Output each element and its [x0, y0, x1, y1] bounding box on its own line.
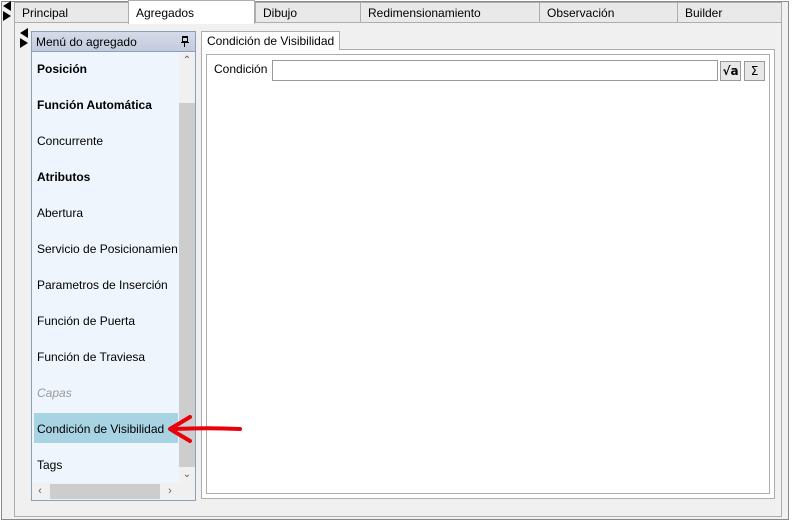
tab-condicion-visibilidad[interactable]: Condición de Visibilidad — [201, 31, 341, 50]
pin-icon[interactable] — [181, 36, 189, 48]
menu-item-label: Abertura — [37, 206, 84, 220]
tab-builder[interactable]: Builder — [677, 2, 782, 22]
menu-item-capas: Capas — [34, 377, 178, 407]
menu-collapse-arrows[interactable] — [20, 28, 30, 48]
visibility-condition-panel: Condición √a Σ — [201, 49, 775, 499]
tab-label: Principal — [22, 6, 69, 20]
main-tab-strip: Principal Agregados Dibujo Redimensionam… — [14, 0, 782, 24]
tab-label: Dibujo — [263, 6, 298, 20]
menu-item-label: Posición — [37, 62, 88, 76]
tab-dibujo[interactable]: Dibujo — [255, 2, 361, 22]
menu-item-label: Función de Traviesa — [37, 350, 146, 364]
condition-label: Condición — [214, 62, 268, 76]
menu-horizontal-scrollbar[interactable]: ‹ › — [32, 483, 195, 500]
menu-item-label: Parametros de Inserción — [37, 278, 168, 292]
sqrt-icon: √a — [722, 64, 739, 78]
menu-list: Posición Función Automática Concurrente … — [32, 53, 178, 483]
scroll-right-icon[interactable]: › — [162, 483, 178, 500]
menu-item-label: Condición de Visibilidad — [37, 422, 165, 436]
menu-item-funcion-traviesa[interactable]: Función de Traviesa — [34, 341, 178, 371]
sum-button[interactable]: Σ — [744, 61, 765, 81]
menu-item-label: Capas — [37, 386, 72, 400]
menu-item-tags[interactable]: Tags — [34, 449, 178, 479]
scroll-up-icon[interactable]: ⌃ — [179, 53, 195, 69]
menu-item-funcion-puerta[interactable]: Función de Puerta — [34, 305, 178, 335]
tab-redimensionamiento[interactable]: Redimensionamiento — [360, 2, 540, 22]
condition-input[interactable] — [272, 60, 718, 81]
arrow-left-icon[interactable] — [3, 1, 11, 11]
red-arrow-annotation-icon — [168, 415, 242, 443]
formula-editor-button[interactable]: √a — [720, 61, 741, 81]
menu-item-parametros-insercion[interactable]: Parametros de Inserción — [34, 269, 178, 299]
condition-group: Condición √a Σ — [206, 54, 770, 494]
sigma-icon: Σ — [750, 64, 759, 78]
tab-principal[interactable]: Principal — [14, 2, 130, 22]
tab-label: Redimensionamiento — [368, 6, 481, 20]
scrollbar-thumb[interactable] — [50, 484, 160, 499]
menu-item-condicion-visibilidad[interactable]: Condición de Visibilidad — [34, 413, 178, 443]
tab-label: Condición de Visibilidad — [207, 34, 335, 48]
tab-observacion[interactable]: Observación — [539, 2, 678, 22]
menu-item-label: Tags — [37, 458, 63, 472]
menu-title: Menú do agregado — [36, 35, 137, 49]
tab-label: Observación — [547, 6, 615, 20]
menu-item-servicio-posicionamiento[interactable]: Servicio de Posicionamiento — [34, 233, 178, 263]
menu-item-funcion-automatica[interactable]: Función Automática — [34, 89, 178, 119]
scroll-left-icon[interactable]: ‹ — [32, 483, 48, 500]
tab-label: Builder — [685, 6, 723, 20]
menu-item-label: Servicio de Posicionamiento — [37, 242, 178, 256]
menu-item-label: Función de Puerta — [37, 314, 136, 328]
menu-item-label: Concurrente — [37, 134, 104, 148]
menu-item-concurrente[interactable]: Concurrente — [34, 125, 178, 155]
tab-agregados[interactable]: Agregados — [128, 0, 255, 24]
arrow-right-icon[interactable] — [3, 11, 11, 21]
menu-item-label: Atributos — [37, 170, 91, 184]
menu-item-label: Función Automática — [37, 98, 152, 112]
menu-item-abertura[interactable]: Abertura — [34, 197, 178, 227]
scroll-down-icon[interactable]: ⌄ — [179, 467, 195, 483]
tab-label: Agregados — [136, 6, 195, 20]
menu-item-posicion[interactable]: Posición — [34, 53, 178, 83]
menu-header: Menú do agregado — [32, 32, 195, 52]
arrow-left-icon[interactable] — [20, 28, 28, 38]
tab-nav-arrows[interactable] — [3, 1, 13, 21]
arrow-right-icon[interactable] — [20, 38, 28, 48]
menu-item-atributos[interactable]: Atributos — [34, 161, 178, 191]
